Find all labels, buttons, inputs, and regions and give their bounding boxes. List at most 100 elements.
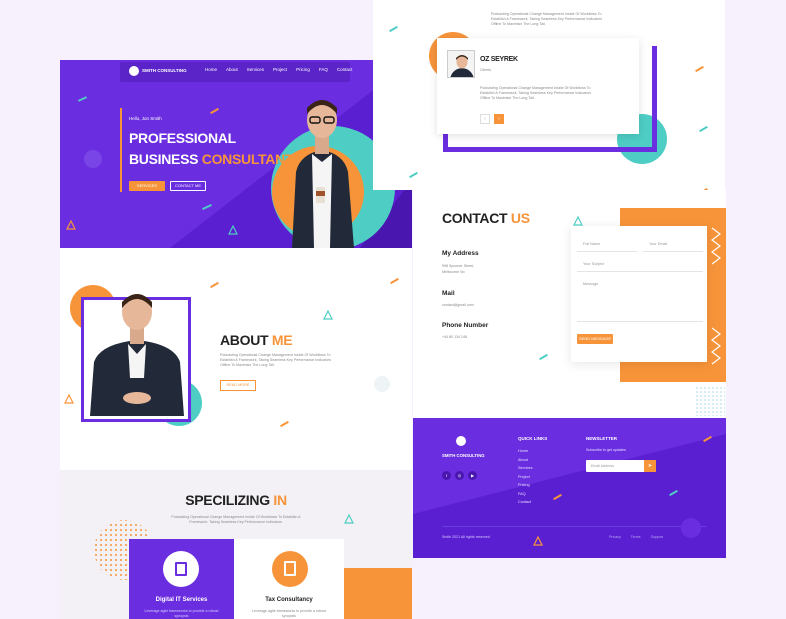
service-title-digital: Digital IT Services (155, 597, 208, 603)
team-intro: Podcasting Operational Change Management… (491, 12, 602, 26)
newsletter-email-input[interactable]: Email Address (591, 464, 614, 468)
testimonial-name: OZ SEYREK (480, 56, 518, 63)
decor-dash (695, 65, 704, 73)
footer: SMITH CONSULTING f ◎ ▶ QUICK LINKS Home … (413, 418, 726, 558)
about-portrait (90, 294, 184, 416)
nav-contact[interactable]: Contact (337, 67, 353, 72)
contact-section: CONTACT US My Address 998 Spooner Street… (413, 190, 726, 418)
decor-dash (389, 25, 398, 33)
decor-dash (409, 171, 418, 179)
footer-link-support[interactable]: Support (651, 535, 664, 539)
decor-dash (699, 125, 708, 133)
service-desc-tax: Leverage agile frameworks to provide a r… (252, 609, 326, 618)
instagram-icon[interactable]: ◎ (455, 471, 464, 480)
social-icons: f ◎ ▶ (442, 471, 477, 480)
nav-project[interactable]: Project (273, 67, 287, 72)
nav-pricing[interactable]: Pricing (296, 67, 310, 72)
about-title-accent: ME (271, 332, 293, 348)
about-body: Podcasting Operational Change Management… (220, 353, 331, 367)
footer-link-contact[interactable]: Contact (518, 498, 533, 507)
brand-name: SMITH CONSULTING (142, 68, 187, 73)
email-input[interactable]: Your Email (643, 242, 703, 252)
mail-value: contact@gmail.com (442, 303, 474, 307)
testimonial-section: Podcasting Operational Change Management… (373, 0, 725, 190)
nav-faq[interactable]: FAQ (319, 67, 328, 72)
address-label: My Address (442, 250, 479, 257)
decor-triangle (323, 310, 333, 320)
decor-triangle (228, 225, 238, 235)
decor-circle (84, 150, 102, 168)
logo-icon (129, 66, 139, 76)
decor-triangle (533, 536, 543, 546)
footer-divider (442, 526, 706, 527)
full-name-input[interactable]: Full Name (577, 242, 637, 252)
footer-link-services[interactable]: Services (518, 464, 533, 473)
specializing-section: SPECILIZING IN Podcasting Operational Ch… (60, 470, 412, 619)
prev-arrow-button[interactable]: ‹ (480, 114, 490, 124)
copyright-text: Smith 2021 All rights reserved (442, 535, 490, 539)
footer-brand: SMITH CONSULTING (442, 453, 485, 458)
service-desc-digital: Leverage agile frameworks to provide a r… (144, 609, 219, 618)
about-title: ABOUT ME (220, 332, 293, 348)
nav-home[interactable]: Home (205, 67, 217, 72)
newsletter-title: NEWSLETTER (586, 436, 617, 441)
specializing-title-dark: SPECILIZING (185, 492, 274, 508)
decor-dash (390, 277, 399, 285)
next-arrow-button[interactable]: › (494, 114, 504, 124)
decor-triangle (64, 394, 74, 404)
newsletter-text: Subscribe to get updates (586, 448, 626, 452)
service-card-tax[interactable]: Tax Consultancy Leverage agile framework… (234, 539, 344, 619)
decor-dash (539, 353, 548, 361)
hero-greeting: Hello, Jon Smith (129, 116, 162, 121)
footer-link-privacy[interactable]: Privacy (609, 535, 621, 539)
mail-label: Mail (442, 290, 455, 297)
hero-title-white: BUSINESS (129, 151, 202, 167)
footer-link-home[interactable]: Home (518, 447, 533, 456)
decor-circle (374, 376, 390, 392)
decor-circle (681, 518, 701, 538)
hero-portrait (292, 100, 354, 248)
hero-accent-bar (120, 108, 122, 192)
newsletter-submit-button[interactable]: ➤ (644, 460, 656, 472)
specializing-body: Podcasting Operational Change Management… (171, 515, 301, 524)
service-card-digital[interactable]: Digital IT Services Leverage agile frame… (129, 539, 234, 619)
services-button[interactable]: SERVICES (129, 181, 165, 191)
decor-triangle (66, 220, 76, 230)
specializing-title-accent: IN (273, 492, 287, 508)
contact-form: Full Name Your Email Your Subject Messag… (571, 226, 707, 362)
message-textarea[interactable]: Message (577, 282, 703, 322)
testimonial-avatar (447, 50, 475, 78)
footer-link-faq[interactable]: FAQ (518, 490, 533, 499)
send-message-button[interactable]: SEND MESSAGE (577, 334, 613, 344)
address-line1: 998 Spooner Street, (442, 264, 475, 268)
about-section: ABOUT ME Podcasting Operational Change M… (60, 248, 412, 470)
phone-value: +44 80 134 248 (442, 335, 468, 339)
decor-triangle (573, 216, 583, 226)
footer-link-about[interactable]: About (518, 456, 533, 465)
contact-title-accent: US (510, 210, 530, 226)
facebook-icon[interactable]: f (442, 471, 451, 480)
youtube-icon[interactable]: ▶ (468, 471, 477, 480)
digital-services-icon (163, 551, 199, 587)
nav-about[interactable]: About (226, 67, 238, 72)
phone-label: Phone Number (442, 322, 489, 329)
address-line2: Melbourne Vic (442, 270, 465, 274)
decor-dash (210, 281, 219, 289)
footer-link-pricing[interactable]: Pricing (518, 481, 533, 490)
quick-links-title: QUICK LINKS (518, 436, 548, 441)
subject-input[interactable]: Your Subject (577, 262, 703, 272)
newsletter-form: Email Address ➤ (586, 460, 656, 472)
footer-link-terms[interactable]: Terms (631, 535, 641, 539)
hero-title-orange: CONSULTANT (201, 151, 294, 167)
about-title-dark: ABOUT (220, 332, 272, 348)
decor-triangle (344, 514, 354, 524)
contact-me-button[interactable]: CONTACT ME (170, 181, 206, 191)
testimonial-role: Clients (480, 68, 491, 72)
read-more-button[interactable]: READ MORE (220, 380, 256, 391)
testimonial-quote: Podcasting Operational Change Management… (480, 86, 591, 100)
nav-services[interactable]: Services (247, 67, 264, 72)
footer-link-project[interactable]: Project (518, 473, 533, 482)
contact-title-dark: CONTACT (442, 210, 511, 226)
quick-links-list: Home About Services Project Pricing FAQ … (518, 447, 533, 507)
decor-dot-grid (695, 386, 725, 416)
